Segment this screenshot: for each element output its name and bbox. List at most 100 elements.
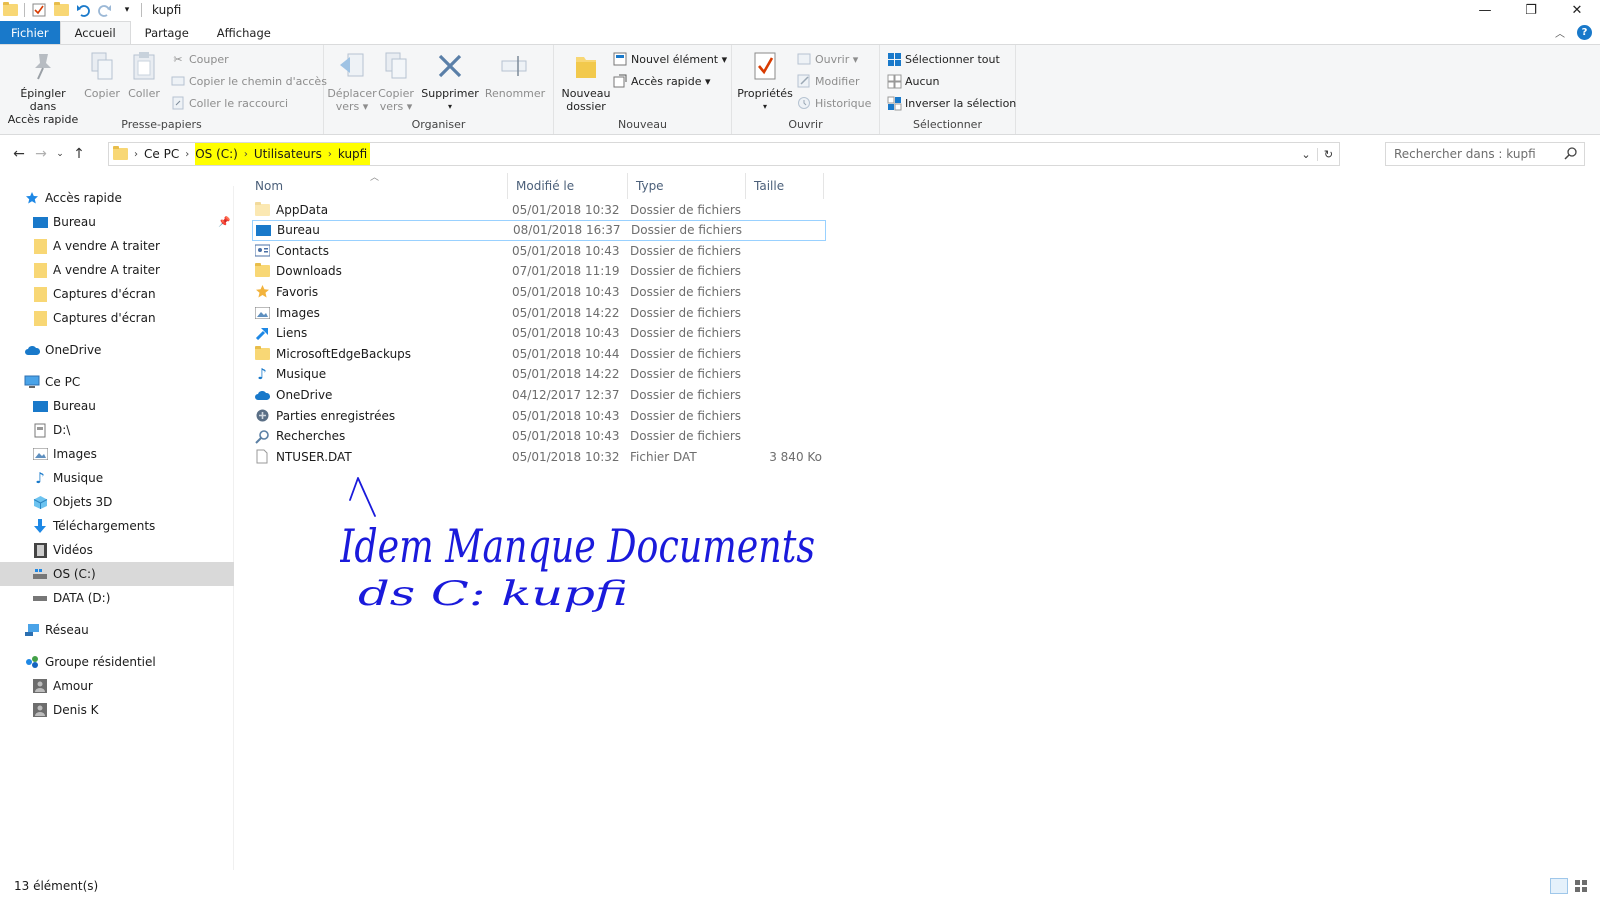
select-none-button[interactable]: Aucun [886, 72, 940, 90]
paste-button[interactable]: Coller [124, 49, 164, 100]
copy-path-button[interactable]: Copier le chemin d'accès [170, 72, 327, 90]
properties-check-icon[interactable] [31, 2, 47, 18]
file-row[interactable]: Bureau 08/01/2018 16:37 Dossier de fichier… [252, 219, 826, 241]
nav-quick-a-vendre-2[interactable]: A vendre A traiter [0, 258, 234, 282]
large-icons-view-icon[interactable] [1572, 878, 1590, 894]
nav-homegroup-amour[interactable]: Amour [0, 674, 234, 698]
nav-quick-bureau[interactable]: Bureau 📌 [0, 210, 234, 234]
file-modified: 05/01/2018 10:43 [512, 243, 620, 258]
paste-shortcut-button[interactable]: Coller le raccourci [170, 94, 288, 112]
cut-button[interactable]: ✂ Couper [170, 50, 228, 68]
undo-icon[interactable] [75, 2, 91, 18]
nav-homegroup-denis-k[interactable]: Denis K [0, 698, 234, 722]
help-icon[interactable]: ? [1577, 25, 1592, 40]
search-input[interactable]: Rechercher dans : kupfi [1385, 142, 1585, 166]
file-row[interactable]: Recherches 05/01/2018 10:43 Dossier de fic… [252, 426, 826, 447]
nav-pc-bureau[interactable]: Bureau [0, 394, 234, 418]
forward-arrow-icon[interactable]: → [30, 143, 52, 165]
select-none-icon [886, 73, 902, 89]
recent-locations-chevron-icon[interactable]: ⌄ [52, 143, 68, 165]
folder-icon [113, 146, 128, 160]
nav-pc-d-drive[interactable]: D:\ [0, 418, 234, 442]
minimize-button[interactable]: — [1462, 0, 1508, 20]
edit-button[interactable]: Modifier [796, 72, 859, 90]
file-row[interactable]: ♪ Musique 05/01/2018 14:22 Dossier de fichi… [252, 364, 826, 385]
easy-access-button[interactable]: Accès rapide ▾ [612, 72, 711, 90]
file-row[interactable]: Downloads 07/01/2018 11:19 Dossier de fich… [252, 261, 826, 282]
rename-button[interactable]: Renommer [484, 49, 546, 100]
delete-button[interactable]: Supprimer ▾ [420, 49, 480, 113]
nav-onedrive[interactable]: OneDrive [0, 338, 234, 362]
nav-pc-images[interactable]: Images [0, 442, 234, 466]
drive-icon [32, 590, 48, 606]
new-item-button[interactable]: Nouvel élément ▾ [612, 50, 727, 68]
breadcrumb-utilisateurs[interactable]: Utilisateurs › [253, 143, 338, 165]
details-view-icon[interactable] [1550, 878, 1568, 894]
nav-homegroup[interactable]: Groupe résidentiel [0, 650, 234, 674]
column-header-size[interactable]: Taille [746, 173, 824, 199]
refresh-icon[interactable]: ↻ [1317, 147, 1339, 161]
file-row[interactable]: Contacts 05/01/2018 10:43 Dossier de fichi… [252, 240, 826, 261]
up-arrow-icon[interactable]: ↑ [68, 143, 90, 165]
tab-affichage[interactable]: Affichage [203, 21, 285, 44]
nav-pc-musique[interactable]: ♪ Musique [0, 466, 234, 490]
customize-toolbar-icon[interactable]: ▾ [119, 2, 135, 18]
back-arrow-icon[interactable]: ← [8, 143, 30, 165]
close-button[interactable]: ✕ [1554, 0, 1600, 20]
redo-icon[interactable] [97, 2, 113, 18]
move-to-button[interactable]: Déplacer vers ▾ [327, 49, 377, 113]
select-all-button[interactable]: Sélectionner tout [886, 50, 1000, 68]
file-icon [254, 449, 270, 465]
tab-accueil[interactable]: Accueil [59, 21, 131, 44]
nav-pc-videos[interactable]: Vidéos [0, 538, 234, 562]
new-folder-button[interactable]: Nouveau dossier [558, 49, 614, 113]
group-label-select: Sélectionner [913, 118, 982, 131]
nav-quick-access[interactable]: Accès rapide [0, 186, 234, 210]
pin-icon[interactable]: 📌 [218, 217, 230, 228]
nav-quick-captures-2[interactable]: Captures d'écran [0, 306, 234, 330]
new-folder-icon[interactable] [53, 2, 69, 18]
file-row[interactable]: AppData 05/01/2018 10:32 Dossier de fichie… [252, 199, 826, 220]
file-type: Fichier DAT [630, 449, 697, 464]
cloud-icon [254, 387, 270, 403]
invert-selection-button[interactable]: Inverser la sélection [886, 94, 1016, 112]
column-header-name[interactable]: ︿ Nom [250, 173, 508, 199]
address-dropdown-icon[interactable]: ⌄ [1295, 148, 1317, 161]
tab-partage[interactable]: Partage [131, 21, 203, 44]
tab-fichier[interactable]: Fichier [0, 21, 60, 44]
nav-pc-data-d[interactable]: DATA (D:) [0, 586, 234, 610]
breadcrumb-os-c[interactable]: OS (C:) › [195, 143, 254, 165]
nav-pc-telechargements[interactable]: Téléchargements [0, 514, 234, 538]
copy-button[interactable]: Copier [82, 49, 122, 100]
maximize-button[interactable]: ❐ [1508, 0, 1554, 20]
copy-to-button[interactable]: Copier vers ▾ [376, 49, 416, 113]
pin-quick-access-button[interactable]: Épingler dans Accès rapide [6, 49, 80, 126]
file-row[interactable]: Parties enregistrées 05/01/2018 10:43 Doss… [252, 405, 826, 426]
open-button[interactable]: Ouvrir ▾ [796, 50, 858, 68]
nav-pc-objets-3d[interactable]: Objets 3D [0, 490, 234, 514]
separator [24, 3, 25, 17]
download-arrow-icon [32, 518, 48, 534]
nav-quick-a-vendre-1[interactable]: A vendre A traiter [0, 234, 234, 258]
file-type: Dossier de fichiers [630, 367, 742, 382]
breadcrumb-kupfi[interactable]: kupfi [337, 143, 371, 165]
pictures-icon [32, 446, 48, 462]
breadcrumb-ce-pc[interactable]: Ce PC › [144, 143, 195, 165]
address-bar[interactable]: › Ce PC › OS (C:) › Utilisateurs › kupfi ⌄ … [108, 142, 1340, 166]
nav-pc-os-c[interactable]: OS (C:) [0, 562, 234, 586]
file-row[interactable]: Images 05/01/2018 14:22 Dossier de fichier… [252, 302, 826, 323]
file-row[interactable]: NTUSER.DAT 05/01/2018 10:32 Fichier DAT 3 8… [252, 446, 826, 467]
column-header-type[interactable]: Type [628, 173, 746, 199]
properties-button[interactable]: Propriétés ▾ [736, 49, 794, 113]
column-header-modified[interactable]: Modifié le [508, 173, 628, 199]
nav-this-pc[interactable]: Ce PC [0, 370, 234, 394]
file-row[interactable]: OneDrive 04/12/2017 12:37 Dossier de fichi… [252, 384, 826, 405]
file-row[interactable]: MicrosoftEdgeBackups 05/01/2018 10:44 Doss… [252, 343, 826, 364]
file-row[interactable]: Favoris 05/01/2018 10:43 Dossier de fichie… [252, 281, 826, 302]
nav-quick-captures-1[interactable]: Captures d'écran [0, 282, 234, 306]
file-row[interactable]: Liens 05/01/2018 10:43 Dossier de fichiers [252, 323, 826, 344]
nav-network[interactable]: Réseau [0, 618, 234, 642]
history-button[interactable]: Historique [796, 94, 871, 112]
ribbon-collapse-icon[interactable]: ︿ [1555, 25, 1565, 40]
group-organize: Déplacer vers ▾ Copier vers ▾ Supprimer … [324, 45, 554, 134]
